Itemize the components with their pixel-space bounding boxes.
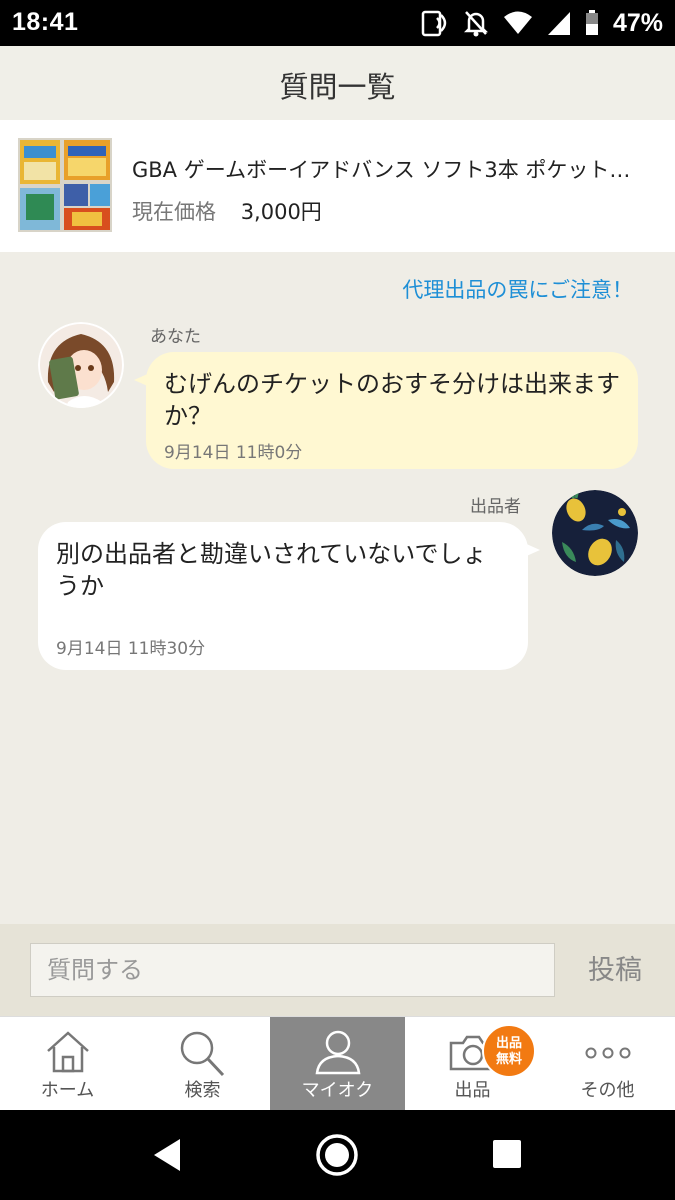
- status-bar: 18:41 47%: [0, 0, 675, 46]
- person-icon: [315, 1030, 360, 1075]
- message-text: むげんのチケットのおすそ分けは出来ますか？: [164, 370, 620, 430]
- search-icon: [180, 1031, 224, 1077]
- price-label: 現在価格: [132, 200, 216, 224]
- question-input-bar: 投稿: [0, 924, 675, 1016]
- seller-sender-label: 出品者: [470, 497, 521, 517]
- seller-avatar: [552, 490, 638, 576]
- question-input[interactable]: [30, 943, 555, 997]
- tab-label: その他: [580, 1080, 635, 1101]
- seller-message-bubble: 別の出品者と勘違いされていないでしょうか 9月14日 11時30分: [38, 522, 540, 670]
- bottom-tab-bar: ホーム 検索 マイオク 出品 その他: [0, 1016, 675, 1110]
- post-button[interactable]: 投稿: [575, 948, 655, 987]
- nfc-icon: [421, 10, 447, 37]
- price-value: 3,000円: [240, 200, 322, 224]
- home-button-icon[interactable]: [315, 1133, 359, 1177]
- proxy-listing-warning-link[interactable]: 代理出品の罠にご注意！: [402, 274, 633, 304]
- status-icons: 47%: [419, 9, 663, 37]
- more-icon: [585, 1047, 630, 1059]
- badge-line-2: 無料: [495, 1052, 522, 1067]
- signal-icon: [547, 12, 570, 35]
- badge-line-1: 出品: [495, 1036, 522, 1051]
- page-title: 質問一覧: [279, 70, 396, 104]
- tab-label: マイオク: [301, 1080, 374, 1101]
- status-time: 18:41: [12, 8, 79, 36]
- message-time: 9月14日 11時30分: [56, 639, 206, 659]
- battery-percent: 47%: [612, 8, 663, 37]
- wifi-icon: [503, 11, 532, 34]
- my-avatar: [38, 322, 124, 408]
- tab-label: ホーム: [40, 1080, 95, 1101]
- tab-my-auction[interactable]: マイオク: [270, 1017, 405, 1110]
- question-thread: 代理出品の罠にご注意！ あなた むげんのチケットのおすそ分けは出来ますか？ 9月…: [0, 252, 675, 924]
- free-listing-badge: 出品 無料: [482, 1024, 536, 1078]
- message-text: 別の出品者と勘違いされていないでしょうか: [56, 540, 487, 600]
- product-card[interactable]: GBA ゲームボーイアドバンス ソフト3本 ポケット… 現在価格 3,000円: [0, 120, 675, 252]
- system-nav-bar: [0, 1110, 675, 1200]
- my-sender-label: あなた: [150, 327, 201, 347]
- tab-home[interactable]: ホーム: [0, 1017, 135, 1110]
- recents-icon[interactable]: [492, 1139, 522, 1169]
- message-time: 9月14日 11時0分: [164, 443, 303, 463]
- tab-label: 検索: [184, 1080, 221, 1101]
- my-message-bubble: むげんのチケットのおすそ分けは出来ますか？ 9月14日 11時0分: [134, 352, 638, 469]
- page-header: 質問一覧: [0, 46, 675, 120]
- product-price-row: 現在価格 3,000円: [132, 196, 322, 226]
- back-icon[interactable]: [150, 1137, 184, 1173]
- tab-label: 出品: [454, 1080, 491, 1101]
- battery-icon: [585, 10, 598, 35]
- tab-more[interactable]: その他: [540, 1017, 675, 1110]
- notifications-off-icon: [463, 11, 488, 37]
- product-thumbnail: [18, 138, 112, 232]
- tab-search[interactable]: 検索: [135, 1017, 270, 1110]
- product-name[interactable]: GBA ゲームボーイアドバンス ソフト3本 ポケット…: [132, 154, 652, 184]
- home-icon: [46, 1031, 89, 1073]
